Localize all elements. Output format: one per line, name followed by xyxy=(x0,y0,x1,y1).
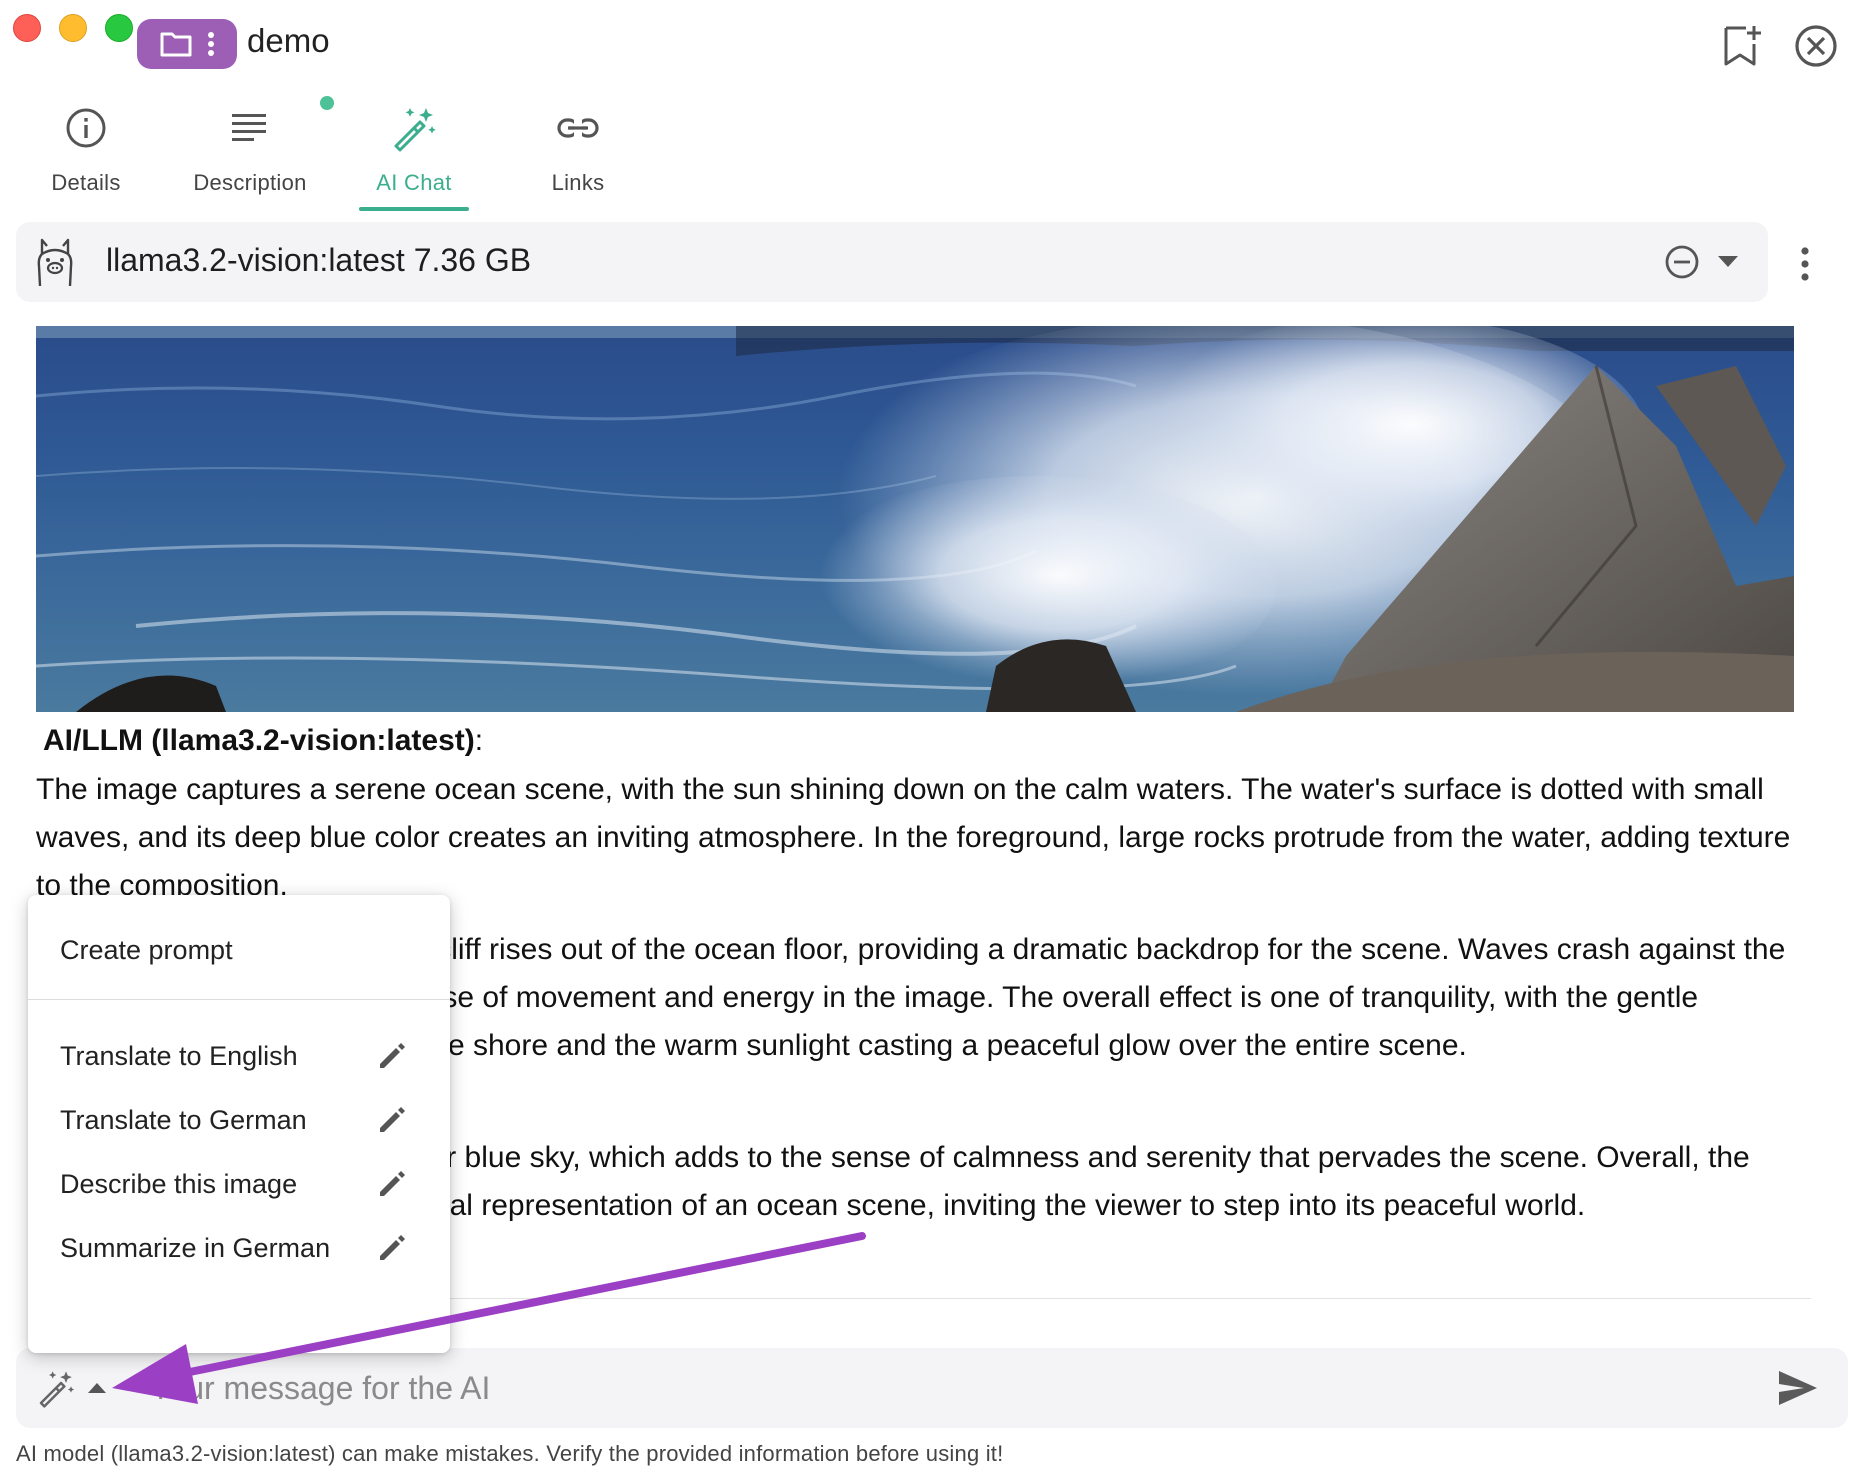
menu-item-label: Translate to German xyxy=(60,1104,307,1135)
link-icon xyxy=(557,118,599,138)
menu-item-translate-german[interactable]: Translate to German xyxy=(28,1085,450,1155)
magic-wand-icon[interactable] xyxy=(36,1368,76,1408)
bookmark-add-icon[interactable] xyxy=(1718,22,1766,70)
menu-item-translate-english[interactable]: Translate to English xyxy=(28,1021,450,1091)
window-title: demo xyxy=(247,22,330,59)
close-window-button[interactable] xyxy=(13,14,41,42)
menu-item-create-prompt[interactable]: Create prompt xyxy=(28,915,450,985)
info-icon xyxy=(66,108,106,148)
menu-item-label: Summarize in German xyxy=(60,1232,331,1263)
tab-description[interactable]: Description xyxy=(180,96,334,214)
edit-icon[interactable] xyxy=(376,1104,408,1136)
tab-label: Details xyxy=(51,170,121,195)
tab-label: AI Chat xyxy=(376,170,452,195)
description-icon xyxy=(232,114,266,141)
close-circle-icon[interactable] xyxy=(1792,22,1840,70)
menu-item-label: Describe this image xyxy=(60,1168,298,1199)
tab-label: Description xyxy=(193,170,307,195)
message-input[interactable] xyxy=(150,1354,1750,1422)
folder-icon xyxy=(160,32,192,57)
disclaimer-note: AI model (llama3.2-vision:latest) can ma… xyxy=(16,1441,1004,1466)
edit-icon[interactable] xyxy=(376,1232,408,1264)
menu-item-describe-image[interactable]: Describe this image xyxy=(28,1149,450,1219)
menu-item-label: Translate to English xyxy=(60,1040,298,1071)
prompt-menu: Create prompt Translate to English Trans… xyxy=(28,895,450,1353)
edit-icon[interactable] xyxy=(376,1040,408,1072)
llama-icon xyxy=(37,238,73,287)
remove-model-icon[interactable] xyxy=(1664,244,1700,280)
zoom-window-button[interactable] xyxy=(105,14,133,42)
edit-icon[interactable] xyxy=(376,1168,408,1200)
response-model-name: AI/LLM (llama3.2-vision:latest) xyxy=(43,724,475,757)
send-icon[interactable] xyxy=(1776,1368,1820,1408)
prompt-menu-toggle-icon[interactable] xyxy=(86,1380,108,1396)
menu-item-summarize-german[interactable]: Summarize in German xyxy=(28,1213,450,1283)
more-vert-icon xyxy=(208,32,214,56)
model-label: llama3.2-vision:latest 7.36 GB xyxy=(106,242,532,278)
folder-button[interactable] xyxy=(137,19,237,69)
response-heading-colon: : xyxy=(474,724,484,757)
tab-label: Links xyxy=(551,170,605,195)
magic-wand-icon xyxy=(394,108,436,152)
model-selector[interactable]: llama3.2-vision:latest 7.36 GB xyxy=(16,222,1768,302)
more-options-icon[interactable] xyxy=(1796,246,1814,282)
tab-ai-chat[interactable]: AI Chat xyxy=(344,96,484,214)
tab-links[interactable]: Links xyxy=(508,96,648,214)
minimize-window-button[interactable] xyxy=(59,14,87,42)
response-heading: AI/LLM (llama3.2-vision:latest): xyxy=(43,724,483,758)
response-paragraph-1: The image captures a serene ocean scene,… xyxy=(36,773,1791,902)
tab-details[interactable]: Details xyxy=(16,96,156,214)
dropdown-arrow-icon[interactable] xyxy=(1716,252,1740,272)
active-tab-indicator xyxy=(359,207,469,211)
attached-ocean-image xyxy=(36,326,1794,712)
menu-divider xyxy=(28,999,450,1000)
menu-item-label: Create prompt xyxy=(60,934,233,965)
unsaved-indicator xyxy=(320,96,334,110)
